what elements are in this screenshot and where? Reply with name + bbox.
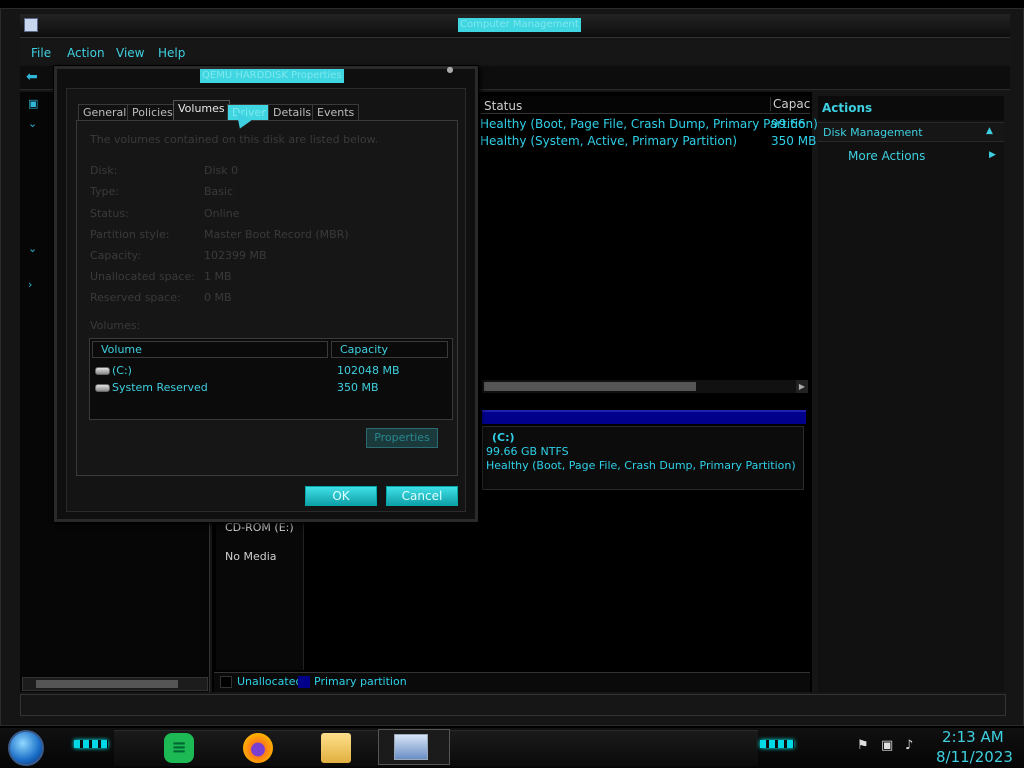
volumes-intro-text: The volumes contained on this disk are l… [90, 133, 379, 146]
volume-icon[interactable]: ♪ [905, 738, 913, 753]
volumes-label: Volumes: [90, 319, 141, 332]
scroll-right-icon[interactable]: ▶ [796, 380, 808, 393]
firefox-icon[interactable] [243, 733, 273, 763]
tree-scroll-thumb[interactable] [36, 680, 178, 688]
cdrom-status: No Media [225, 550, 277, 563]
tab-general[interactable]: General [78, 104, 132, 120]
tab-events[interactable]: Events [312, 104, 360, 120]
legend-unallocated: Unallocated [237, 675, 303, 688]
volume-name[interactable]: (C:) [112, 364, 132, 377]
partition-size: 99.66 GB NTFS [486, 445, 569, 458]
expand-icon[interactable]: ⌄ [28, 118, 40, 130]
collapse-up-icon[interactable]: ▲ [986, 126, 993, 136]
clock-date[interactable]: 8/11/2023 [936, 748, 1013, 766]
spotify-icon[interactable]: ≡ [164, 733, 194, 763]
column-header-volume[interactable]: Volume [92, 341, 328, 358]
cdrom-label: CD-ROM (E:) [225, 521, 294, 534]
volume-row-capacity[interactable]: 99.66 G [771, 117, 809, 131]
volume-name[interactable]: System Reserved [112, 381, 208, 394]
partition-name: (C:) [492, 431, 515, 444]
taskbar-glow [74, 740, 108, 748]
legend-swatch-unallocated [220, 676, 232, 688]
properties-button[interactable]: Properties [366, 428, 438, 448]
menu-file[interactable]: File [31, 46, 51, 60]
drive-icon [95, 367, 110, 375]
taskbar-glow [760, 740, 794, 748]
dialog-title: QEMU HARDDISK Properties [200, 69, 344, 83]
prop-value: Disk 0 [204, 164, 239, 177]
tab-details[interactable]: Details [268, 104, 317, 120]
prop-label: Unallocated space: [90, 270, 195, 283]
legend-swatch-primary [298, 676, 310, 688]
actions-pane [818, 96, 1004, 692]
ok-button[interactable]: OK [305, 486, 377, 506]
prop-value: 102399 MB [204, 249, 267, 262]
volume-list-header [480, 96, 810, 114]
action-center-flag-icon[interactable]: ⚑ [857, 738, 869, 753]
tab-volumes[interactable]: Volumes [173, 100, 230, 120]
tab-policies[interactable]: Policies [127, 104, 178, 120]
prop-value: 0 MB [204, 291, 232, 304]
partition-block-c[interactable] [482, 426, 804, 490]
prop-value: 1 MB [204, 270, 232, 283]
menu-action[interactable]: Action [67, 46, 105, 60]
volume-row-status[interactable]: Healthy (Boot, Page File, Crash Dump, Pr… [480, 117, 818, 131]
network-icon[interactable]: ▣ [881, 738, 893, 753]
window-title: Computer Management [458, 18, 581, 32]
hscroll-thumb[interactable] [484, 382, 696, 391]
expand-icon[interactable]: ⌄ [28, 243, 40, 255]
computer-icon[interactable]: ▣ [28, 98, 40, 110]
prop-value: Online [204, 207, 240, 220]
submenu-arrow-icon[interactable]: ▶ [989, 150, 996, 160]
volume-row-capacity[interactable]: 350 MB [771, 134, 816, 148]
computer-management-icon [24, 18, 38, 32]
menu-view[interactable]: View [116, 46, 144, 60]
column-header-capacity[interactable]: Capacity [331, 341, 448, 358]
prop-value: Master Boot Record (MBR) [204, 228, 349, 241]
prop-label: Capacity: [90, 249, 141, 262]
more-actions-link[interactable]: More Actions [848, 149, 925, 163]
prop-label: Disk: [90, 164, 118, 177]
column-header-status[interactable]: Status [484, 99, 522, 113]
volume-capacity[interactable]: 102048 MB [337, 364, 400, 377]
column-header-capacity[interactable]: Capacity [770, 97, 810, 111]
prop-value: Basic [204, 185, 234, 198]
drive-icon [95, 384, 110, 392]
prop-label: Partition style: [90, 228, 170, 241]
status-bar [20, 694, 1006, 716]
start-button[interactable] [8, 730, 44, 766]
volume-row-status[interactable]: Healthy (System, Active, Primary Partiti… [480, 134, 737, 148]
actions-title: Actions [822, 101, 873, 115]
back-arrow-icon[interactable]: ⬅ [26, 70, 44, 84]
partition-color-bar [482, 410, 806, 424]
menu-help[interactable]: Help [158, 46, 185, 60]
cancel-button[interactable]: Cancel [386, 486, 458, 506]
computer-management-taskbar-icon[interactable] [394, 734, 428, 760]
dialog-close-icon[interactable]: ● [441, 64, 459, 76]
prop-label: Type: [90, 185, 119, 198]
volume-capacity[interactable]: 350 MB [337, 381, 379, 394]
clock-time[interactable]: 2:13 AM [942, 728, 1004, 746]
legend-primary: Primary partition [314, 675, 407, 688]
partition-status: Healthy (Boot, Page File, Crash Dump, Pr… [486, 459, 796, 472]
prop-label: Reserved space: [90, 291, 181, 304]
collapse-icon[interactable]: › [28, 279, 40, 291]
file-explorer-icon[interactable] [321, 733, 351, 763]
actions-section-label: Disk Management [823, 126, 923, 139]
prop-label: Status: [90, 207, 129, 220]
